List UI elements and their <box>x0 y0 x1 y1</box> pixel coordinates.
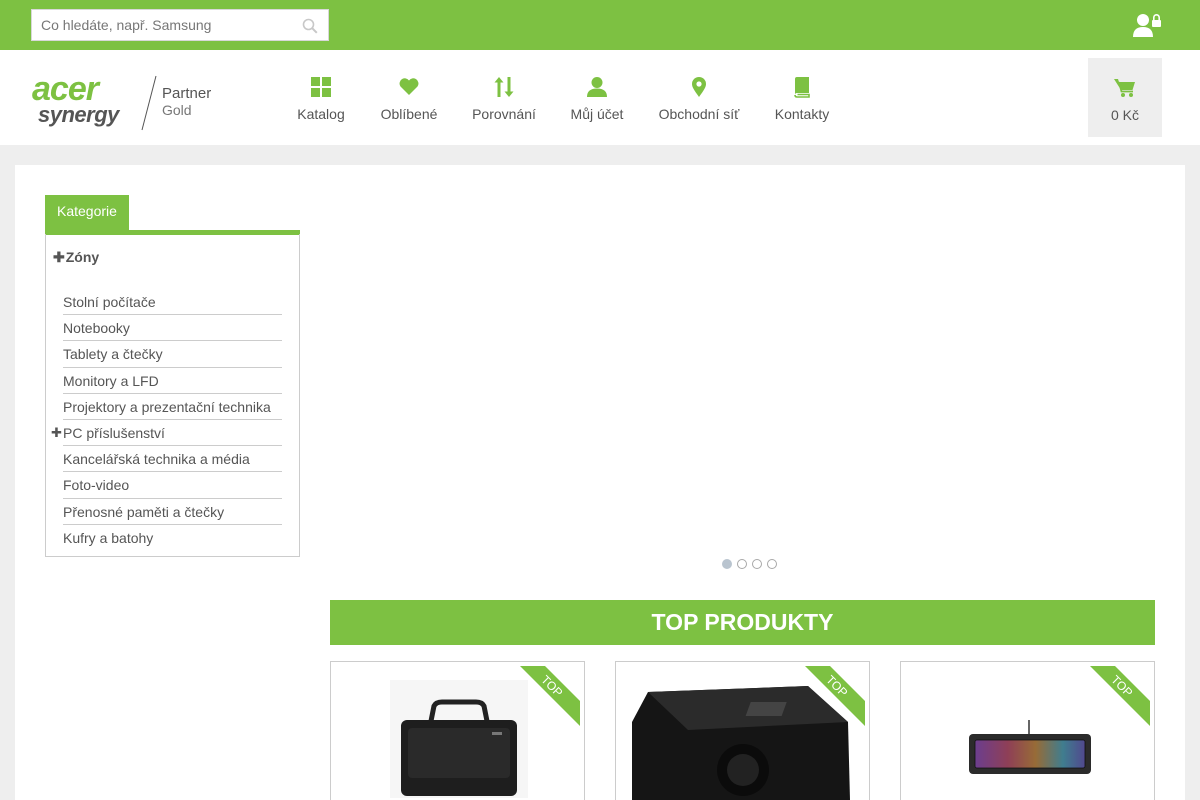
category-label: Foto-video <box>63 477 130 494</box>
zones-label: Zóny <box>65 249 100 265</box>
slider-dot[interactable] <box>722 559 732 569</box>
category-label: Projektory a prezentační technika <box>63 398 271 415</box>
svg-text:synergy: synergy <box>38 102 121 127</box>
product-card[interactable]: TOP <box>615 661 870 800</box>
category-label: Přenosné paměti a čtečky <box>63 503 225 520</box>
top-bar <box>0 0 1200 50</box>
banner-slider[interactable] <box>330 195 1155 550</box>
svg-text:Gold: Gold <box>162 102 192 118</box>
heart-icon <box>399 78 419 95</box>
nav-katalog[interactable]: Katalog <box>290 76 352 132</box>
slider-dot[interactable] <box>752 559 762 569</box>
nav-obchodni-sit[interactable]: Obchodní síť <box>654 76 744 132</box>
search-icon[interactable] <box>302 18 318 34</box>
search-box <box>31 9 329 41</box>
cart-icon <box>1114 79 1135 97</box>
book-icon <box>794 77 810 98</box>
projector-image <box>632 686 850 800</box>
category-label: Kufry a batohy <box>63 529 154 546</box>
nav-label: Můj účet <box>570 106 624 122</box>
category-label: Notebooky <box>63 320 130 337</box>
grid-icon <box>311 77 331 97</box>
nav-label: Obchodní síť <box>658 106 740 122</box>
nav-label: Porovnání <box>472 106 536 122</box>
category-label: Kancelářská technika a média <box>63 451 250 468</box>
category-label: Monitory a LFD <box>63 372 159 389</box>
keyboard-image <box>969 720 1091 774</box>
category-list: Stolní počítače Notebooky Tablety a čtečky… <box>51 289 282 551</box>
product-card[interactable]: TOP <box>330 661 585 800</box>
nav-kontakty[interactable]: Kontakty <box>770 76 834 132</box>
zones-toggle[interactable]: ✚Zóny <box>53 249 99 266</box>
acer-synergy-logo[interactable]: acer synergy Partner Gold <box>32 74 222 132</box>
map-pin-icon <box>692 77 706 97</box>
nav-porovnani[interactable]: Porovnání <box>468 76 540 132</box>
cart-button[interactable]: 0 Kč <box>1088 58 1162 137</box>
category-item[interactable]: ✚ PC příslušenství <box>51 420 282 447</box>
categories-tab[interactable]: Kategorie <box>45 195 129 231</box>
slider-dots <box>722 559 777 569</box>
category-item[interactable]: Kancelářská technika a média <box>63 446 282 473</box>
product-card[interactable]: TOP <box>900 661 1155 800</box>
category-item[interactable]: Tablety a čtečky <box>63 341 282 368</box>
category-item[interactable]: Monitory a LFD <box>63 368 282 394</box>
user-lock-icon[interactable] <box>1132 12 1162 38</box>
sort-arrows-icon <box>494 77 514 97</box>
nav-label: Kontakty <box>774 106 830 122</box>
top-products-heading: TOP PRODUKTY <box>330 600 1155 645</box>
slider-dot[interactable] <box>737 559 747 569</box>
category-item[interactable]: Projektory a prezentační technika <box>63 394 282 420</box>
category-item[interactable]: Notebooky <box>63 315 282 342</box>
plus-icon: ✚ <box>53 249 65 265</box>
nav-label: Katalog <box>297 106 345 122</box>
category-item[interactable]: Kufry a batohy <box>63 525 282 551</box>
nav-muj-ucet[interactable]: Můj účet <box>566 76 628 132</box>
slider-dot[interactable] <box>767 559 777 569</box>
search-input[interactable] <box>32 10 292 40</box>
header: acer synergy Partner Gold Katalog Oblíbe… <box>0 50 1200 145</box>
category-label: Stolní počítače <box>63 294 156 310</box>
plus-icon[interactable]: ✚ <box>51 420 62 446</box>
category-item[interactable]: Přenosné paměti a čtečky <box>63 499 282 525</box>
nav-oblibene[interactable]: Oblíbené <box>376 76 442 132</box>
cart-total: 0 Kč <box>1110 107 1139 123</box>
category-label: Tablety a čtečky <box>63 346 163 363</box>
laptop-bag-image <box>390 680 528 798</box>
category-label: PC příslušenství <box>63 424 165 441</box>
nav-label: Oblíbené <box>380 106 438 122</box>
user-icon <box>587 77 607 97</box>
top-badge: TOP <box>1090 666 1150 726</box>
category-item[interactable]: Foto-video <box>63 472 282 499</box>
category-item[interactable]: Stolní počítače <box>63 289 282 316</box>
svg-text:Partner: Partner <box>162 85 211 102</box>
